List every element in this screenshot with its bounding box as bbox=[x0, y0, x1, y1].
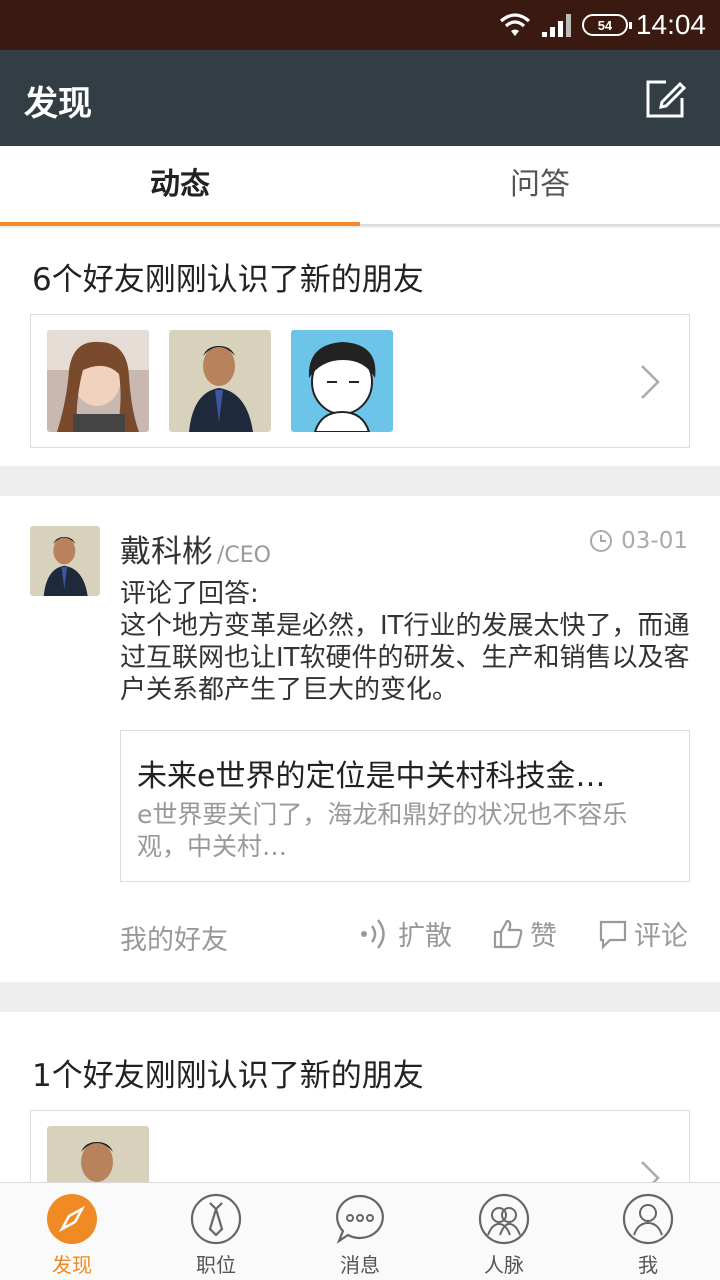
nav-label: 消息 bbox=[340, 1253, 380, 1277]
like-label: 赞 bbox=[530, 921, 557, 952]
author-role: /CEO bbox=[217, 543, 271, 568]
avatar[interactable] bbox=[291, 330, 393, 432]
comment-button[interactable]: 评论 bbox=[598, 914, 688, 953]
post-text[interactable]: 评论了回答: 这个地方变革是必然，IT行业的发展太快了，而通过互联网也让IT软硬… bbox=[120, 578, 690, 706]
spread-button[interactable]: 扩散 bbox=[358, 914, 452, 953]
nav-label: 人脉 bbox=[484, 1253, 524, 1277]
quoted-answer[interactable]: 未来e世界的定位是中关村科技金… e世界要关门了，海龙和鼎好的状况也不容乐观，中… bbox=[120, 730, 690, 882]
tab-feed[interactable]: 动态 bbox=[0, 146, 360, 226]
nav-contacts[interactable]: 人脉 bbox=[432, 1183, 576, 1280]
friend-activity-title: 6个好友刚刚认识了新的朋友 bbox=[32, 262, 424, 298]
thumbs-up-icon bbox=[493, 919, 523, 948]
clock: 14:04 bbox=[635, 9, 706, 40]
nav-jobs[interactable]: 职位 bbox=[144, 1183, 288, 1280]
nav-messages[interactable]: 消息 bbox=[288, 1183, 432, 1280]
clock-icon bbox=[590, 530, 613, 552]
friend-activity-card: 1个好友刚刚认识了新的朋友 bbox=[0, 1012, 720, 1182]
post-timestamp: 03-01 bbox=[589, 528, 688, 554]
nav-label: 发现 bbox=[52, 1253, 92, 1277]
avatar[interactable] bbox=[47, 1126, 149, 1182]
nav-label: 职位 bbox=[196, 1253, 236, 1277]
profile-icon bbox=[622, 1193, 674, 1245]
post-date: 03-01 bbox=[621, 528, 688, 554]
post-author[interactable]: 戴科彬/CEO bbox=[120, 526, 271, 571]
friend-activity-card: 6个好友刚刚认识了新的朋友 bbox=[0, 228, 720, 466]
feed-post: 戴科彬/CEO 03-01 评论了回答: 这个地方变革是必然，IT行业的发展太快… bbox=[0, 496, 720, 982]
like-button[interactable]: 赞 bbox=[492, 914, 557, 953]
chat-icon bbox=[336, 1194, 384, 1244]
nav-discover[interactable]: 发现 bbox=[0, 1183, 144, 1280]
avatar[interactable] bbox=[169, 330, 271, 432]
quoted-excerpt: e世界要关门了，海龙和鼎好的状况也不容乐观，中关村… bbox=[137, 800, 628, 861]
broadcast-icon bbox=[361, 918, 385, 949]
chevron-right-icon[interactable] bbox=[639, 363, 661, 401]
tie-icon bbox=[190, 1193, 242, 1245]
page-title: 发现 bbox=[24, 84, 92, 124]
friend-avatar-strip[interactable] bbox=[30, 1110, 690, 1182]
avatar[interactable] bbox=[47, 330, 149, 432]
comment-label: 评论 bbox=[634, 921, 688, 952]
battery-icon: 54 bbox=[581, 14, 632, 36]
nav-label: 我 bbox=[638, 1253, 658, 1277]
quoted-title: 未来e世界的定位是中关村科技金… bbox=[137, 759, 606, 794]
contacts-icon bbox=[478, 1193, 530, 1245]
comment-icon bbox=[599, 920, 627, 950]
tab-bar: 动态 问答 bbox=[0, 146, 720, 226]
compass-icon bbox=[47, 1194, 97, 1244]
tab-qa[interactable]: 问答 bbox=[360, 146, 720, 224]
post-footer: 我的好友 扩散 赞 评论 bbox=[120, 914, 690, 956]
friend-activity-title: 1个好友刚刚认识了新的朋友 bbox=[32, 1058, 424, 1094]
friend-avatar-strip[interactable] bbox=[30, 314, 690, 448]
signal-icon bbox=[541, 14, 571, 37]
compose-icon[interactable] bbox=[644, 78, 686, 120]
avatar[interactable] bbox=[30, 526, 100, 596]
wifi-icon bbox=[499, 13, 530, 36]
app-bar: 发现 bbox=[0, 50, 720, 146]
author-name: 戴科彬 bbox=[120, 534, 213, 570]
status-bar: 54 14:04 bbox=[0, 0, 720, 50]
post-source: 我的好友 bbox=[120, 925, 228, 956]
nav-me[interactable]: 我 bbox=[576, 1183, 720, 1280]
bottom-navigation: 发现 职位 消息 人脉 我 bbox=[0, 1182, 720, 1280]
spread-label: 扩散 bbox=[398, 921, 452, 952]
chevron-right-icon[interactable] bbox=[639, 1159, 661, 1182]
